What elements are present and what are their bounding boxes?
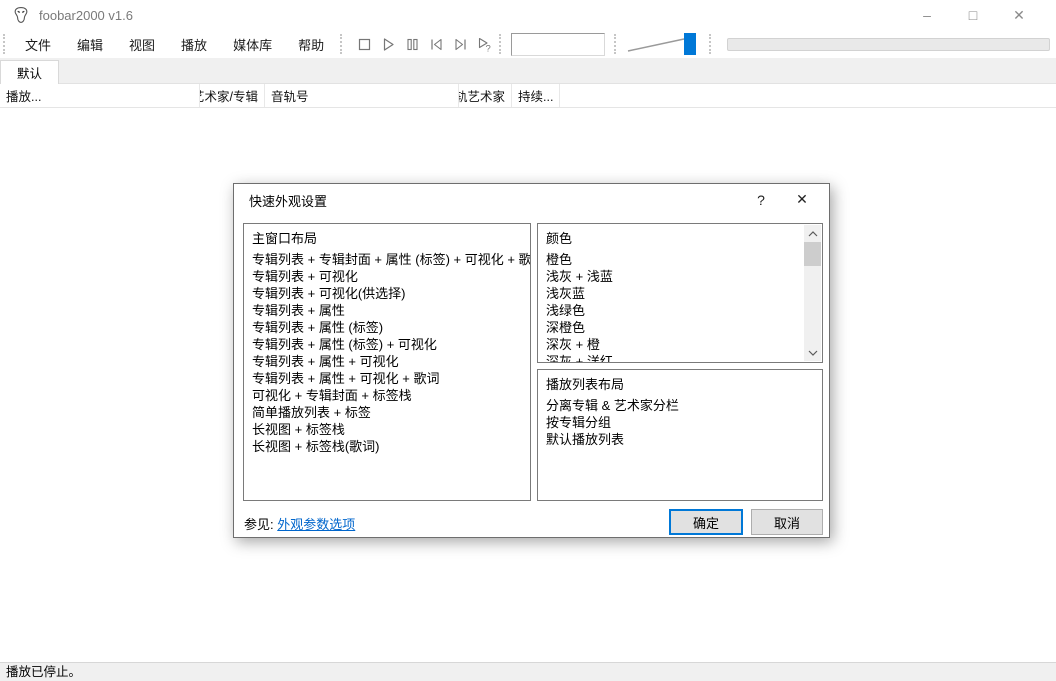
playlist-tab-bar: 默认: [0, 58, 1056, 84]
seekbar[interactable]: [727, 38, 1050, 51]
pause-button[interactable]: [400, 33, 424, 55]
playlist-tab-active[interactable]: 默认: [0, 60, 59, 84]
column-header[interactable]: 播放...: [0, 84, 200, 107]
menu-item[interactable]: 文件: [12, 35, 64, 54]
list-item[interactable]: 分离专辑 & 艺术家分栏: [546, 397, 814, 414]
toolbar: 文件编辑视图播放媒体库帮助 ?: [0, 30, 1056, 58]
menu-item[interactable]: 视图: [116, 35, 168, 54]
list-item[interactable]: 简单播放列表 + 标签: [252, 404, 522, 421]
scrollbar[interactable]: [804, 225, 821, 361]
list-item[interactable]: 专辑列表 + 属性 (标签): [252, 319, 522, 336]
main-layout-listbox[interactable]: 主窗口布局 专辑列表 + 专辑封面 + 属性 (标签) + 可视化 + 歌词专辑…: [243, 223, 531, 501]
list-item[interactable]: 专辑列表 + 属性: [252, 302, 522, 319]
toolbar-grip[interactable]: [709, 34, 712, 54]
column-header[interactable]: 标题 / 音轨艺术家: [459, 84, 512, 107]
list-item[interactable]: 专辑列表 + 属性 + 可视化: [252, 353, 522, 370]
toolbar-grip[interactable]: [499, 34, 502, 54]
menu-item[interactable]: 编辑: [64, 35, 116, 54]
list-item[interactable]: 橙色: [546, 251, 798, 268]
list-item[interactable]: 浅绿色: [546, 302, 798, 319]
random-button[interactable]: ?: [472, 33, 496, 55]
search-input[interactable]: [511, 33, 605, 56]
list-item[interactable]: 长视图 + 标签栈(歌词): [252, 438, 522, 455]
colors-listbox[interactable]: 颜色 橙色浅灰 + 浅蓝浅灰蓝浅绿色深橙色深灰 + 橙深灰 + 洋红: [537, 223, 823, 363]
playlist-layout-listbox[interactable]: 播放列表布局 分离专辑 & 艺术家分栏按专辑分组默认播放列表: [537, 369, 823, 501]
list-item[interactable]: 浅灰蓝: [546, 285, 798, 302]
dialog-help-button[interactable]: ?: [751, 192, 771, 208]
transport-buttons: ?: [352, 33, 496, 55]
minimize-button[interactable]: –: [904, 0, 950, 30]
toolbar-grip[interactable]: [340, 34, 343, 54]
list-item[interactable]: 专辑列表 + 专辑封面 + 属性 (标签) + 可视化 + 歌词: [252, 251, 522, 268]
list-item[interactable]: 专辑列表 + 可视化(供选择): [252, 285, 522, 302]
listbox-header: 颜色: [546, 230, 798, 247]
list-item[interactable]: 默认播放列表: [546, 431, 814, 448]
list-item[interactable]: 深橙色: [546, 319, 798, 336]
list-item[interactable]: 深灰 + 洋红: [546, 353, 798, 363]
dialog-title: 快速外观设置: [249, 191, 327, 210]
list-item[interactable]: 专辑列表 + 属性 + 可视化 + 歌词: [252, 370, 522, 387]
close-button[interactable]: ✕: [996, 0, 1042, 30]
list-item[interactable]: 深灰 + 橙: [546, 336, 798, 353]
scroll-down-icon[interactable]: [804, 344, 821, 361]
window-controls: – □ ✕: [904, 0, 1056, 30]
list-item[interactable]: 专辑列表 + 属性 (标签) + 可视化: [252, 336, 522, 353]
menu-item[interactable]: 媒体库: [220, 35, 285, 54]
previous-button[interactable]: [424, 33, 448, 55]
play-button[interactable]: [376, 33, 400, 55]
listbox-items: 橙色浅灰 + 浅蓝浅灰蓝浅绿色深橙色深灰 + 橙深灰 + 洋红: [546, 251, 798, 363]
listbox-header: 播放列表布局: [546, 376, 814, 393]
quick-appearance-dialog: 快速外观设置 ? ✕ 主窗口布局 专辑列表 + 专辑封面 + 属性 (标签) +…: [233, 183, 830, 538]
stop-button[interactable]: [352, 33, 376, 55]
toolbar-grip[interactable]: [3, 34, 6, 54]
window-title: foobar2000 v1.6: [39, 8, 133, 23]
see-also-label: 参见:: [244, 517, 274, 532]
list-item[interactable]: 专辑列表 + 可视化: [252, 268, 522, 285]
listbox-items: 专辑列表 + 专辑封面 + 属性 (标签) + 可视化 + 歌词专辑列表 + 可…: [252, 251, 522, 455]
cancel-button[interactable]: 取消: [751, 509, 823, 535]
volume-slider[interactable]: [626, 32, 700, 56]
playlist-column-headers: 播放...艺术家/专辑音轨号标题 / 音轨艺术家持续...: [0, 84, 1056, 108]
list-item[interactable]: 可视化 + 专辑封面 + 标签栈: [252, 387, 522, 404]
list-item[interactable]: 按专辑分组: [546, 414, 814, 431]
list-item[interactable]: 浅灰 + 浅蓝: [546, 268, 798, 285]
scrollbar-thumb[interactable]: [804, 242, 821, 266]
menu-bar: 文件编辑视图播放媒体库帮助: [12, 35, 337, 54]
svg-text:?: ?: [485, 43, 490, 53]
volume-slider-handle: [684, 33, 696, 55]
menu-item[interactable]: 播放: [168, 35, 220, 54]
listbox-items: 分离专辑 & 艺术家分栏按专辑分组默认播放列表: [546, 397, 814, 448]
column-header[interactable]: 持续...: [512, 84, 560, 107]
appearance-preferences-link[interactable]: 外观参数选项: [277, 517, 355, 532]
menu-item[interactable]: 帮助: [285, 35, 337, 54]
status-bar: 播放已停止。: [0, 662, 1056, 681]
listbox-header: 主窗口布局: [252, 230, 522, 247]
next-button[interactable]: [448, 33, 472, 55]
maximize-button[interactable]: □: [950, 0, 996, 30]
search-box-wrap: [511, 33, 605, 56]
scroll-up-icon[interactable]: [804, 225, 821, 242]
title-bar: foobar2000 v1.6 – □ ✕: [0, 0, 1056, 30]
list-item[interactable]: 长视图 + 标签栈: [252, 421, 522, 438]
column-header[interactable]: 艺术家/专辑: [200, 84, 265, 107]
toolbar-grip[interactable]: [614, 34, 617, 54]
dialog-title-bar: 快速外观设置: [234, 184, 829, 216]
foobar2000-logo-icon: [12, 6, 30, 24]
ok-button[interactable]: 确定: [669, 509, 743, 535]
dialog-close-button[interactable]: ✕: [791, 191, 813, 208]
column-header[interactable]: 音轨号: [265, 84, 459, 107]
see-also-row: 参见: 外观参数选项: [244, 514, 355, 533]
